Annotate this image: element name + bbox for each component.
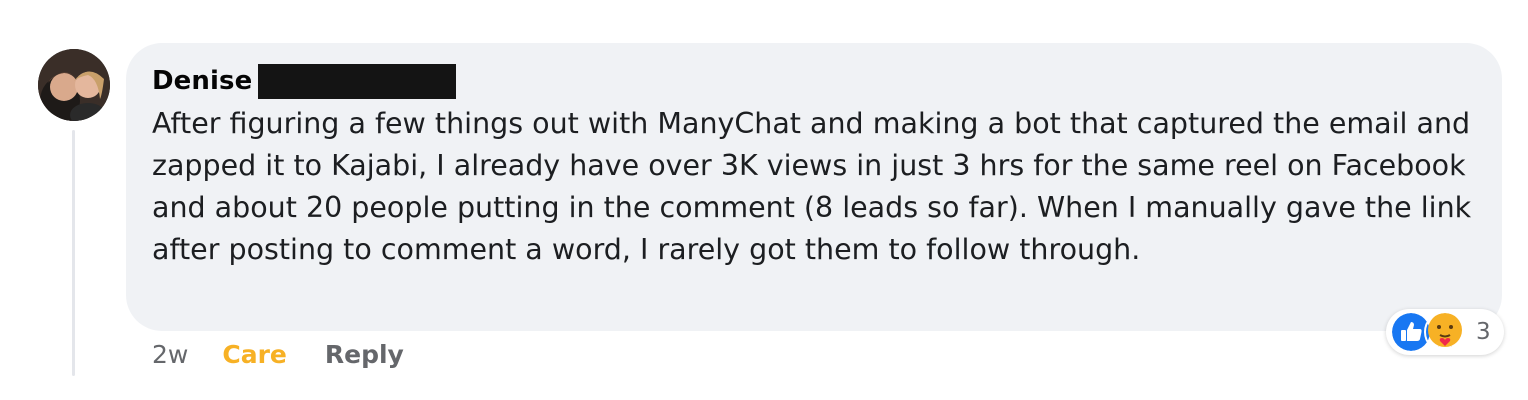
reply-button[interactable]: Reply	[325, 340, 404, 369]
thread-connector-line	[72, 130, 75, 376]
care-icon	[1424, 311, 1466, 353]
author-row: Denise	[152, 63, 1476, 99]
reaction-count: 3	[1476, 319, 1491, 345]
care-reaction-button[interactable]: Care	[222, 340, 287, 369]
avatar-photo	[38, 49, 110, 121]
comment-bubble: Denise After figuring a few things out w…	[126, 43, 1502, 331]
redacted-surname-block	[258, 63, 457, 99]
reaction-summary[interactable]: 3	[1386, 309, 1504, 355]
comment-text: After figuring a few things out with Man…	[152, 107, 1472, 266]
author-name[interactable]: Denise	[152, 66, 252, 96]
avatar[interactable]	[38, 49, 110, 121]
timestamp-link[interactable]: 2w	[152, 340, 188, 369]
comment-actions: 2w Care Reply	[152, 336, 404, 372]
